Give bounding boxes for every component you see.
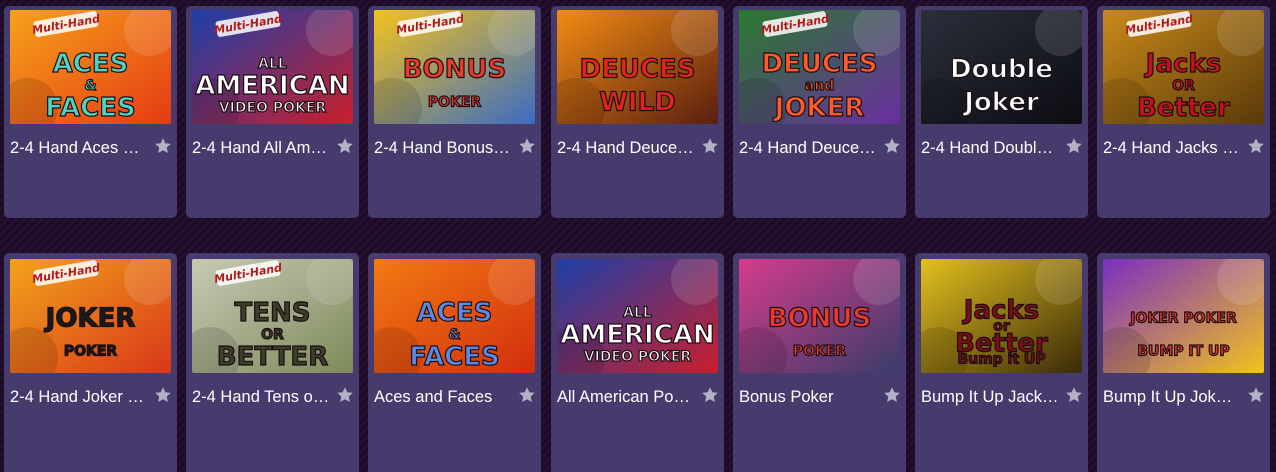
game-tile[interactable]: Multi-HandBONUSPOKER 2-4 Hand Bonus Poke… <box>368 6 541 218</box>
game-thumbnail[interactable]: ALL AMERICAN VIDEO POKER <box>557 259 718 373</box>
game-thumbnail[interactable]: Multi-Hand JOKER POKER <box>10 259 171 373</box>
thumbnail-art-text: & <box>84 78 96 94</box>
game-title[interactable]: 2-4 Hand Jacks or Better <box>1103 139 1241 158</box>
favorite-star-icon[interactable] <box>701 137 719 155</box>
game-title[interactable]: 2-4 Hand Tens or Better <box>192 388 330 407</box>
game-tile[interactable]: Multi-HandJOKERPOKER 2-4 Hand Joker Poke… <box>4 253 177 472</box>
favorite-star-icon[interactable] <box>336 137 354 155</box>
thumbnail-art-text: BETTER <box>217 342 328 372</box>
favorite-star-icon[interactable] <box>518 137 536 155</box>
favorite-star-icon[interactable] <box>1065 386 1083 404</box>
game-title[interactable]: All American Poker <box>557 388 695 407</box>
favorite-star-icon[interactable] <box>1065 137 1083 155</box>
game-thumbnail[interactable]: Jacks or Better Bump it UP <box>921 259 1082 373</box>
thumbnail-art-text: WILD <box>599 88 676 118</box>
thumbnail-art-text: Jacks <box>1144 49 1221 79</box>
favorite-star-icon[interactable] <box>1247 386 1265 404</box>
favorite-star-icon[interactable] <box>883 386 901 404</box>
thumbnail-art-text: Double <box>950 55 1053 85</box>
favorite-star-icon[interactable] <box>883 137 901 155</box>
thumbnail-art-text: VIDEO POKER <box>584 349 692 365</box>
game-tile[interactable]: JOKER POKER BUMP IT UP Bump It Up Joker P… <box>1097 253 1270 472</box>
thumbnail-art-text: Bump it UP <box>957 352 1045 368</box>
game-tile[interactable]: Multi-Hand Jacks OR Better 2-4 Hand Jacks o… <box>1097 6 1270 218</box>
favorite-star-icon[interactable] <box>518 386 536 404</box>
game-title[interactable]: 2-4 Hand Deuces Wild <box>557 139 695 158</box>
game-thumbnail[interactable]: Multi-Hand DEUCES and JOKER <box>739 10 900 124</box>
game-title[interactable]: 2-4 Hand Deuces and Joker <box>739 139 877 158</box>
game-title[interactable]: Bonus Poker <box>739 388 877 407</box>
thumbnail-art-text: OR <box>261 327 284 343</box>
game-title[interactable]: Bump It Up Joker Poker <box>1103 388 1241 407</box>
game-title[interactable]: 2-4 Hand Double Joker <box>921 139 1059 158</box>
game-thumbnail[interactable]: Multi-Hand BONUS POKER <box>374 10 535 124</box>
game-title[interactable]: 2-4 Hand All American Poker <box>192 139 330 158</box>
game-title[interactable]: Aces and Faces <box>374 388 512 407</box>
thumbnail-art-text: ACES <box>53 49 129 79</box>
game-tile[interactable]: Jacks or Better Bump it UP Bump It Up Jacks… <box>915 253 1088 472</box>
thumbnail-art-text: AMERICAN <box>560 320 714 350</box>
game-title[interactable]: 2-4 Hand Bonus Poker <box>374 139 512 158</box>
thumbnail-art-text: JOKER POKER <box>1129 310 1237 326</box>
game-grid: Multi-HandACES&FACES 2-4 Hand Aces and F… <box>0 0 1276 472</box>
game-title[interactable]: 2-4 Hand Aces and Faces <box>10 139 148 158</box>
favorite-star-icon[interactable] <box>701 386 719 404</box>
game-thumbnail[interactable]: JOKER POKER BUMP IT UP <box>1103 259 1264 373</box>
thumbnail-art-text: Joker <box>962 88 1039 118</box>
thumbnail-art-text: and <box>805 78 834 94</box>
thumbnail-art-text: ALL <box>258 56 287 72</box>
game-tile[interactable]: Multi-HandACES&FACES 2-4 Hand Aces and F… <box>4 6 177 218</box>
game-thumbnail[interactable]: Multi-Hand Jacks OR Better <box>1103 10 1264 124</box>
thumbnail-art-text: BONUS <box>403 55 507 85</box>
thumbnail-art-text: BONUS <box>768 304 872 334</box>
thumbnail-art-text: TENS <box>235 298 311 328</box>
game-thumbnail[interactable]: DEUCES WILD <box>557 10 718 124</box>
thumbnail-art-text: POKER <box>428 94 482 110</box>
thumbnail-art-text: POKER <box>793 343 847 359</box>
game-tile[interactable]: ACES & FACES Aces and Faces <box>368 253 541 472</box>
thumbnail-art-text: & <box>448 327 460 343</box>
game-thumbnail[interactable]: Double Joker <box>921 10 1082 124</box>
game-tile[interactable]: ALL AMERICAN VIDEO POKER All American Poke… <box>551 253 724 472</box>
favorite-star-icon[interactable] <box>336 386 354 404</box>
game-tile[interactable]: DEUCESWILD 2-4 Hand Deuces Wild <box>551 6 724 218</box>
game-thumbnail[interactable]: Multi-Hand TENS OR BETTER <box>192 259 353 373</box>
thumbnail-art-text: FACES <box>45 93 135 123</box>
game-title[interactable]: Bump It Up Jacks or Better <box>921 388 1059 407</box>
thumbnail-art-text: AMERICAN <box>195 71 349 101</box>
thumbnail-art-text: DEUCES <box>579 55 695 85</box>
thumbnail-art-text: VIDEO POKER <box>219 100 327 116</box>
game-thumbnail[interactable]: ACES & FACES <box>374 259 535 373</box>
game-thumbnail[interactable]: BONUS POKER <box>739 259 900 373</box>
game-tile[interactable]: Multi-Hand ALL AMERICAN VIDEO POKER 2-4 Han… <box>186 6 359 218</box>
thumbnail-art-text: FACES <box>409 342 499 372</box>
game-tile[interactable]: BONUS POKER Bonus Poker <box>733 253 906 472</box>
thumbnail-art-text: ALL <box>623 305 652 321</box>
favorite-star-icon[interactable] <box>154 137 172 155</box>
thumbnail-art-text: POKER <box>64 343 118 359</box>
favorite-star-icon[interactable] <box>1247 137 1265 155</box>
game-title[interactable]: 2-4 Hand Joker Poker <box>10 388 148 407</box>
game-thumbnail[interactable]: Multi-Hand ACES & FACES <box>10 10 171 124</box>
thumbnail-art-text: JOKER <box>773 93 865 123</box>
thumbnail-art-text: JOKER <box>44 304 136 334</box>
thumbnail-art-text: DEUCES <box>761 49 877 79</box>
thumbnail-art-text: BUMP IT UP <box>1137 343 1229 359</box>
thumbnail-art-text: ACES <box>417 298 493 328</box>
game-tile[interactable]: DoubleJoker 2-4 Hand Double Joker <box>915 6 1088 218</box>
thumbnail-art-text: Better <box>1137 93 1230 123</box>
game-tile[interactable]: Multi-Hand DEUCES and JOKER 2-4 Hand Deuces… <box>733 6 906 218</box>
game-thumbnail[interactable]: Multi-Hand ALL AMERICAN VIDEO POKER <box>192 10 353 124</box>
thumbnail-art-text: OR <box>1172 78 1195 94</box>
game-tile[interactable]: Multi-Hand TENS OR BETTER 2-4 Hand Tens or … <box>186 253 359 472</box>
favorite-star-icon[interactable] <box>154 386 172 404</box>
